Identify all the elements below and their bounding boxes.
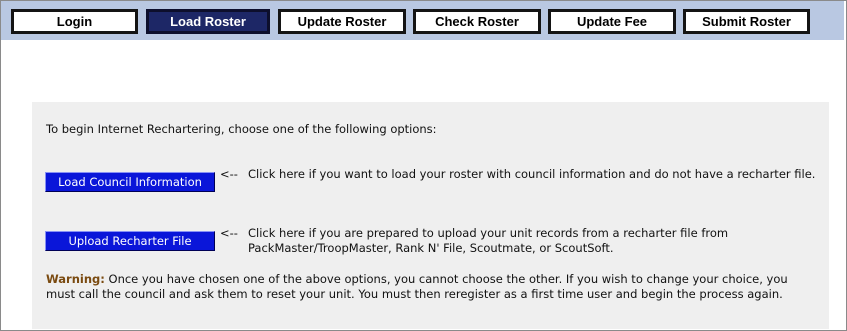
warning-text: Once you have chosen one of the above op…	[46, 272, 788, 301]
upload-recharter-file-button[interactable]: Upload Recharter File	[45, 231, 215, 251]
arrow-pointer-2: <--	[220, 226, 238, 240]
tab-login[interactable]: Login	[11, 9, 138, 34]
upload-recharter-description: Click here if you are prepared to upload…	[248, 226, 729, 255]
load-council-information-button[interactable]: Load Council Information	[45, 172, 215, 192]
warning-message: Warning: Once you have chosen one of the…	[46, 272, 818, 302]
warning-label: Warning:	[46, 272, 105, 286]
tab-load-roster[interactable]: Load Roster	[146, 9, 270, 34]
tab-check-roster[interactable]: Check Roster	[413, 9, 541, 34]
tab-submit-roster[interactable]: Submit Roster	[683, 9, 810, 34]
tab-update-roster[interactable]: Update Roster	[278, 9, 406, 34]
tab-update-fee[interactable]: Update Fee	[548, 9, 676, 34]
intro-text: To begin Internet Rechartering, choose o…	[46, 122, 437, 136]
load-council-description: Click here if you want to load your rost…	[248, 167, 816, 181]
arrow-pointer-1: <--	[220, 167, 238, 181]
